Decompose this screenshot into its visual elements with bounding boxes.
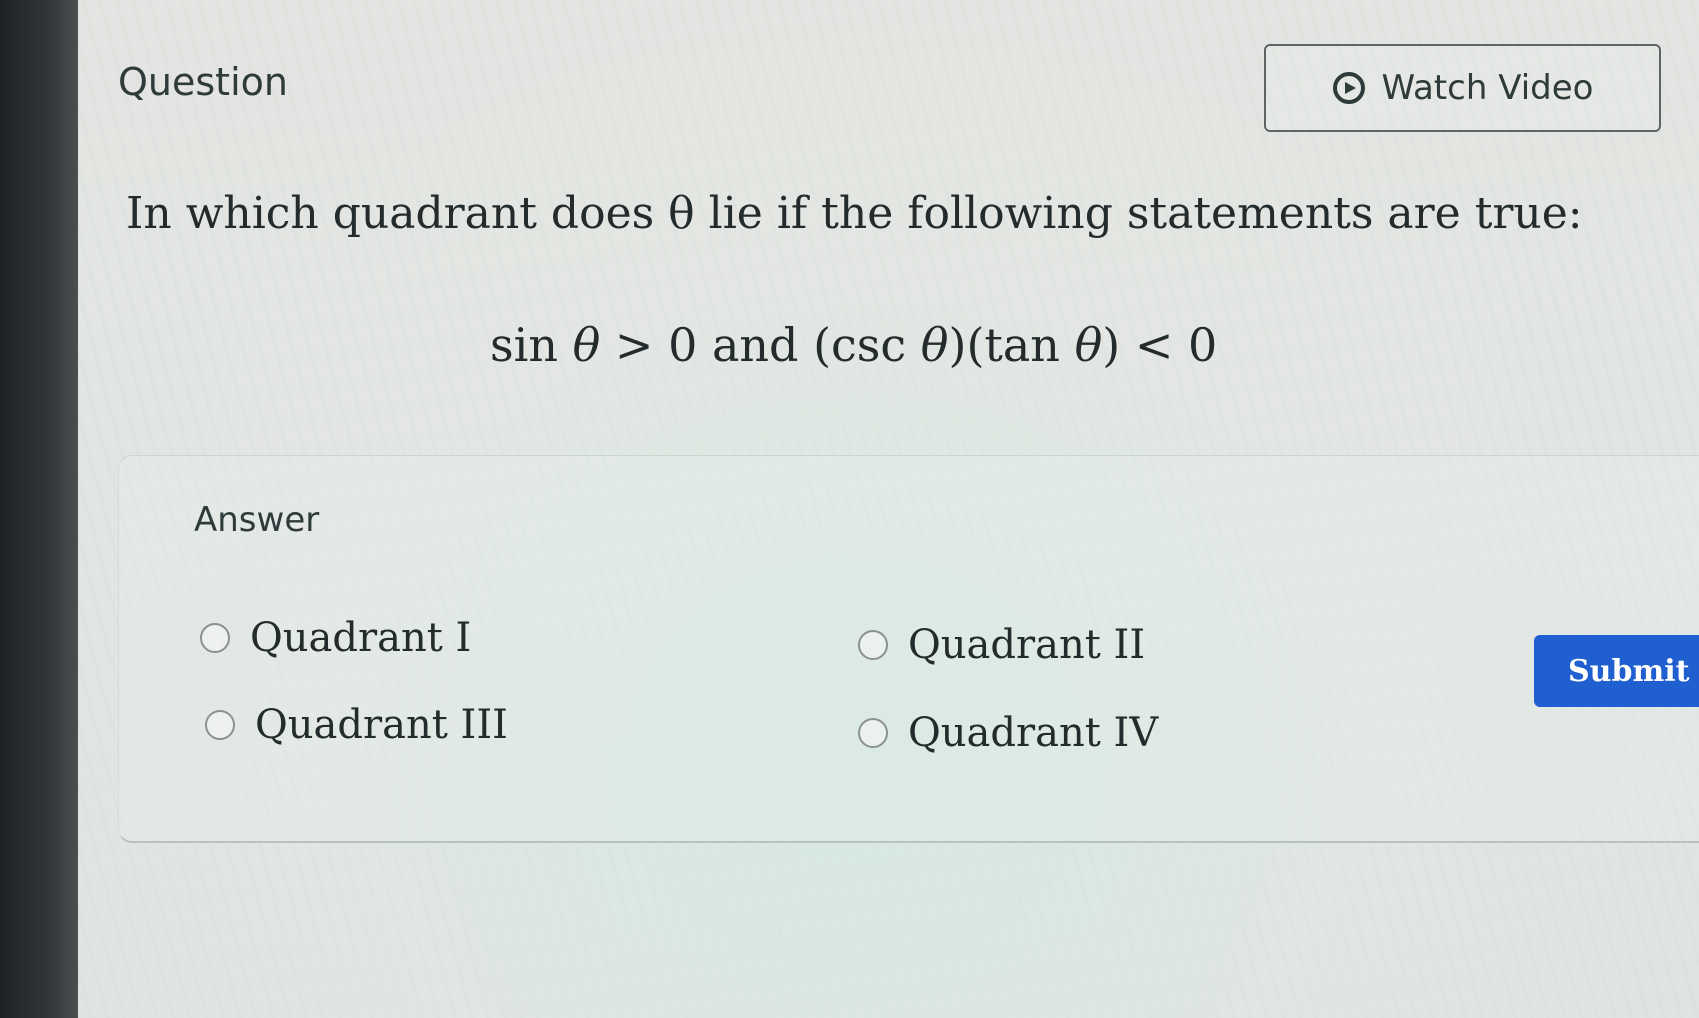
- math-theta: θ: [1074, 318, 1103, 372]
- monitor-bezel: [0, 0, 78, 1018]
- answer-label: Answer: [194, 500, 320, 540]
- radio-button[interactable]: [205, 710, 235, 740]
- math-lt-zero: < 0: [1120, 318, 1218, 372]
- math-gt-zero: > 0: [600, 318, 698, 372]
- option-quadrant-1[interactable]: Quadrant I: [200, 615, 471, 661]
- radio-button[interactable]: [858, 630, 888, 660]
- radio-button[interactable]: [858, 718, 888, 748]
- option-label: Quadrant IV: [908, 710, 1159, 756]
- option-quadrant-2[interactable]: Quadrant II: [858, 622, 1145, 668]
- radio-button[interactable]: [200, 623, 230, 653]
- page-title: Question: [118, 60, 288, 104]
- math-tan-open: (tan: [966, 318, 1075, 372]
- screen: [78, 0, 1699, 1018]
- question-text: In which quadrant does θ lie if the foll…: [126, 188, 1583, 239]
- math-expression: sin θ > 0 and (csc θ)(tan θ) < 0: [490, 318, 1217, 372]
- math-and: and: [697, 318, 814, 372]
- watch-video-button[interactable]: Watch Video: [1264, 44, 1661, 132]
- math-theta: θ: [572, 318, 601, 372]
- math-close: ): [1102, 318, 1121, 372]
- option-label: Quadrant III: [255, 702, 508, 748]
- option-label: Quadrant I: [250, 615, 472, 661]
- math-csc-open: (csc: [813, 318, 921, 372]
- play-circle-icon: [1332, 71, 1366, 105]
- math-theta: θ: [920, 318, 949, 372]
- option-label: Quadrant II: [908, 622, 1146, 668]
- submit-answer-button[interactable]: Submit Ar: [1534, 635, 1699, 707]
- option-quadrant-3[interactable]: Quadrant III: [205, 702, 508, 748]
- math-close: ): [948, 318, 967, 372]
- math-sin: sin: [490, 318, 558, 372]
- watch-video-label: Watch Video: [1381, 68, 1594, 108]
- option-quadrant-4[interactable]: Quadrant IV: [858, 710, 1158, 756]
